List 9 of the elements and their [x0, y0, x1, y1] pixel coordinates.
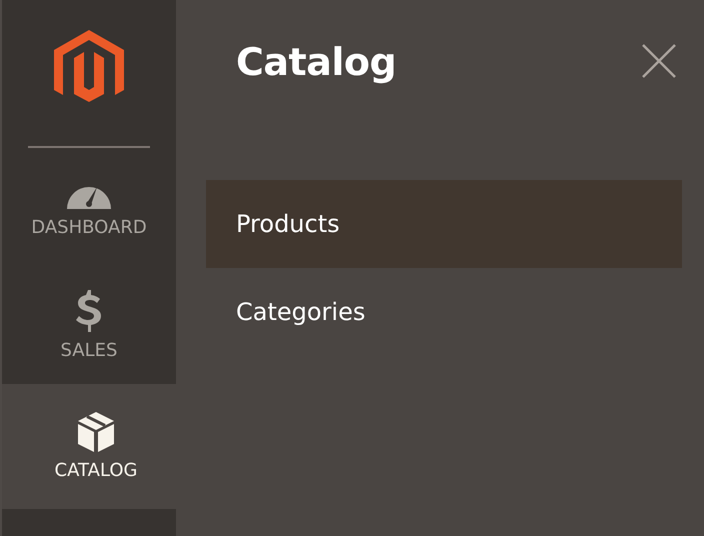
box-icon — [78, 412, 114, 452]
nav-item[interactable]: DASHBOARD — [2, 148, 176, 266]
nav-item[interactable]: SALES — [2, 266, 176, 384]
panel-title: Catalog — [236, 40, 396, 84]
dollar-icon — [76, 290, 102, 332]
close-button[interactable] — [642, 44, 676, 78]
submenu-item[interactable]: Products — [206, 180, 682, 268]
logo-icon[interactable] — [54, 30, 124, 102]
submenu-item[interactable]: Categories — [206, 268, 682, 356]
